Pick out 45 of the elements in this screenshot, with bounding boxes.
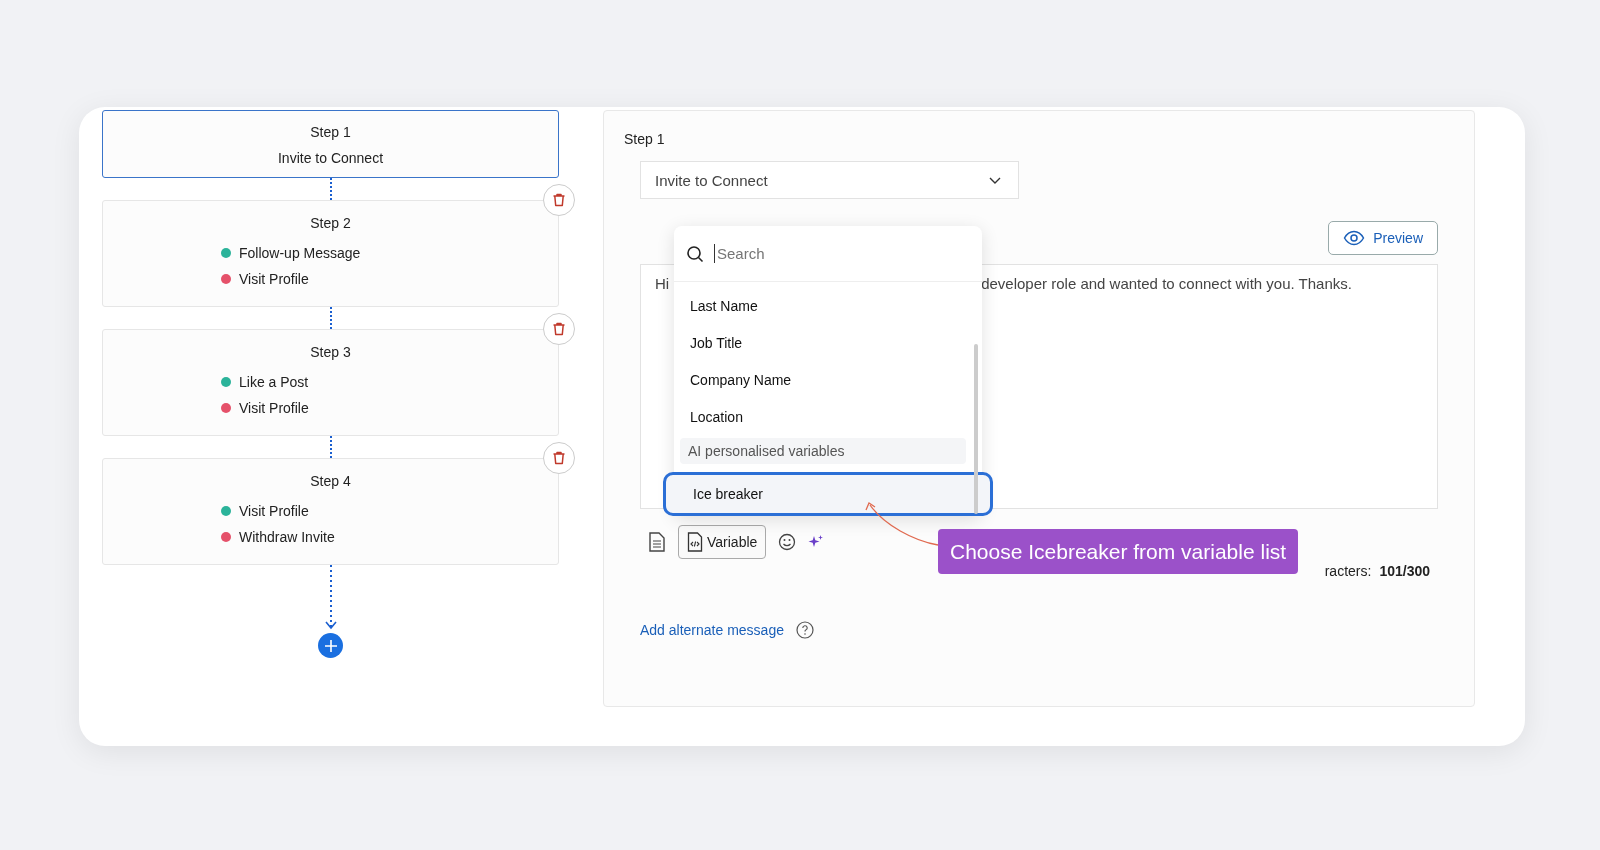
delete-button[interactable] (543, 442, 575, 474)
step-card[interactable]: Step 4 Visit Profile Withdraw Invite (102, 458, 559, 565)
callout-tooltip: Choose Icebreaker from variable list (938, 529, 1299, 574)
trash-icon (551, 321, 567, 337)
step-action: Invite to Connect (277, 150, 384, 166)
branch-label: Visit Profile (239, 503, 309, 519)
step-label: Step 1 (624, 131, 666, 147)
delete-button[interactable] (543, 184, 575, 216)
delete-button[interactable] (543, 313, 575, 345)
add-step-button[interactable] (318, 633, 343, 658)
eye-icon (1343, 230, 1366, 246)
step-title: Step 4 (310, 473, 351, 489)
variable-option[interactable]: Job Title (680, 325, 976, 362)
help-icon[interactable] (796, 621, 814, 639)
plus-icon (323, 638, 338, 653)
trash-icon (551, 450, 567, 466)
group-header: AI personalised variables (680, 438, 966, 464)
branch-label: Follow-up Message (239, 245, 361, 261)
step-card[interactable]: Step 3 Like a Post Visit Profile (102, 329, 559, 436)
preview-button[interactable]: Preview (1328, 221, 1438, 255)
variable-option[interactable]: Location (680, 399, 976, 436)
variable-option[interactable]: Ice breaker (663, 472, 993, 516)
step-title: Step 1 (310, 124, 351, 140)
document-icon[interactable] (648, 532, 666, 552)
branch-label: Like a Post (239, 374, 309, 390)
character-count: 101/300 (1379, 563, 1430, 579)
character-count-label: racters: (1324, 563, 1372, 579)
variable-option[interactable]: Company Name (680, 362, 976, 399)
add-alternate-message-link[interactable]: Add alternate message (640, 622, 784, 638)
branch-label: Withdraw Invite (239, 529, 335, 545)
variable-option[interactable]: Last Name (680, 288, 976, 325)
step-card[interactable]: Step 2 Follow-up Message Visit Profile (102, 200, 559, 307)
step-card[interactable]: Step 1 Invite to Connect (102, 110, 559, 178)
branch-label: Visit Profile (239, 271, 309, 287)
branch-label: Visit Profile (239, 400, 309, 416)
step-title: Step 3 (310, 344, 351, 360)
emoji-icon[interactable] (778, 533, 797, 551)
action-select[interactable]: Invite to Connect (640, 161, 1019, 199)
variable-button[interactable]: Variable (678, 525, 767, 559)
scrollbar[interactable] (974, 344, 978, 514)
trash-icon (551, 192, 567, 208)
step-title: Step 2 (310, 215, 351, 231)
search-icon (686, 244, 704, 263)
code-file-icon (687, 532, 703, 552)
connector-arrow (323, 565, 338, 631)
